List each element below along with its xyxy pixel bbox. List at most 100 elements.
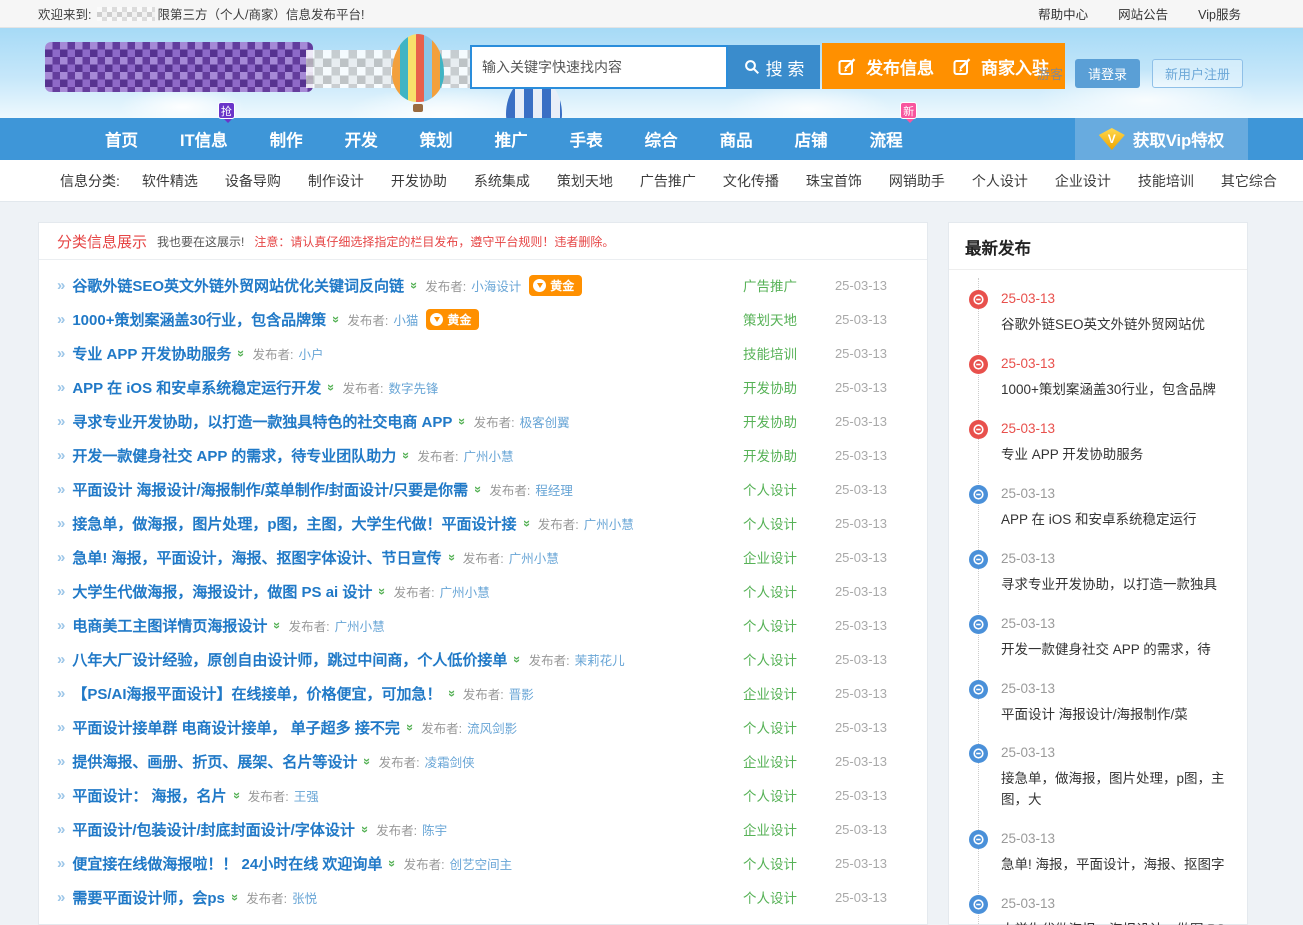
expand-chevron-icon[interactable]: » [399,451,414,458]
nav-item[interactable]: IT信息 抢 [159,127,249,151]
row-category-link[interactable]: 技能培训 [743,343,797,363]
category-link[interactable]: 技能培训 [1138,171,1194,191]
expand-chevron-icon[interactable]: » [234,349,249,356]
publisher-name-link[interactable]: 小海设计 [471,276,521,295]
login-button[interactable]: 请登录 [1075,59,1140,88]
post-title-link[interactable]: 开发一款健身社交 APP 的需求，待 [1001,640,1231,661]
show-here-link[interactable]: 我也要在这展示! [157,233,244,250]
register-button[interactable]: 新用户注册 [1152,59,1243,88]
expand-chevron-icon[interactable]: » [520,519,535,526]
row-title-link[interactable]: 【PS/AI海报平面设计】在线接单，价格便宜，可加急！ [72,683,441,704]
expand-chevron-icon[interactable]: » [407,281,422,288]
row-title-link[interactable]: 寻求专业开发协助，以打造一款独具特色的社交电商 APP [72,411,452,432]
row-title-link[interactable]: 谷歌外链SEO英文外链外贸网站优化关键词反向链 [72,275,404,296]
nav-item[interactable]: 制作 [249,127,324,151]
publisher-name-link[interactable]: 创艺空间主 [450,854,513,873]
publisher-name-link[interactable]: 广州小慧 [509,548,559,567]
row-title-link[interactable]: 便宜接在线做海报啦！！ 24小时在线 欢迎询单 [72,853,382,874]
publisher-name-link[interactable]: 陈宇 [422,820,447,839]
row-title-link[interactable]: 1000+策划案涵盖30行业，包含品牌策 [72,309,326,330]
row-category-link[interactable]: 个人设计 [743,649,797,669]
publisher-name-link[interactable]: 广州小慧 [463,446,513,465]
row-category-link[interactable]: 个人设计 [743,785,797,805]
expand-chevron-icon[interactable]: » [471,485,486,492]
search-button[interactable]: 搜 索 [728,45,820,89]
category-link[interactable]: 个人设计 [972,171,1028,191]
expand-chevron-icon[interactable]: » [403,723,418,730]
expand-chevron-icon[interactable]: » [358,825,373,832]
row-category-link[interactable]: 策划天地 [743,309,797,329]
publisher-name-link[interactable]: 广州小慧 [335,616,385,635]
post-title-link[interactable]: 接急单，做海报，图片处理，p图，主图，大 [1001,769,1231,811]
help-center-link[interactable]: 帮助中心 [1038,4,1088,23]
category-link[interactable]: 制作设计 [308,171,364,191]
publisher-name-link[interactable]: 凌霜剑侠 [425,752,475,771]
row-category-link[interactable]: 个人设计 [743,581,797,601]
row-title-link[interactable]: 接急单，做海报，图片处理，p图，主图，大学生代做！平面设计接 [72,513,516,534]
publisher-name-link[interactable]: 王强 [294,786,319,805]
publisher-name-link[interactable]: 程经理 [535,480,573,499]
post-title-link[interactable]: 急单! 海报，平面设计，海报、抠图字 [1001,855,1231,876]
category-link[interactable]: 文化传播 [723,171,779,191]
row-title-link[interactable]: 大学生代做海报，海报设计，做图 PS ai 设计 [72,581,372,602]
category-link[interactable]: 广告推广 [640,171,696,191]
row-title-link[interactable]: APP 在 iOS 和安卓系统稳定运行开发 [72,377,321,398]
post-title-link[interactable]: 寻求专业开发协助，以打造一款独具 [1001,575,1231,596]
publisher-name-link[interactable]: 广州小慧 [440,582,490,601]
category-link[interactable]: 企业设计 [1055,171,1111,191]
publisher-name-link[interactable]: 张悦 [292,888,317,907]
category-link[interactable]: 设备导购 [225,171,281,191]
expand-chevron-icon[interactable]: » [455,417,470,424]
row-category-link[interactable]: 个人设计 [743,615,797,635]
row-title-link[interactable]: 电商美工主图详情页海报设计 [72,615,267,636]
row-category-link[interactable]: 开发协助 [743,445,797,465]
nav-item[interactable]: 店铺 [774,127,849,151]
row-category-link[interactable]: 个人设计 [743,513,797,533]
row-title-link[interactable]: 八年大厂设计经验，原创自由设计师，跳过中间商，个人低价接单 [72,649,507,670]
publisher-name-link[interactable]: 极客创翼 [520,412,570,431]
vip-service-link[interactable]: Vip服务 [1198,4,1241,23]
category-link[interactable]: 策划天地 [557,171,613,191]
publisher-name-link[interactable]: 晋影 [509,684,534,703]
post-title-link[interactable]: 谷歌外链SEO英文外链外贸网站优 [1001,315,1231,336]
row-title-link[interactable]: 平面设计/包装设计/封底封面设计/字体设计 [72,819,355,840]
row-title-link[interactable]: 专业 APP 开发协助服务 [72,343,231,364]
expand-chevron-icon[interactable]: » [270,621,285,628]
nav-item[interactable]: 综合 [624,127,699,151]
expand-chevron-icon[interactable]: » [385,859,400,866]
row-category-link[interactable]: 企业设计 [743,683,797,703]
expand-chevron-icon[interactable]: » [230,791,245,798]
row-category-link[interactable]: 个人设计 [743,717,797,737]
row-category-link[interactable]: 广告推广 [743,275,797,295]
row-category-link[interactable]: 开发协助 [743,377,797,397]
row-title-link[interactable]: 需要平面设计师，会ps [72,887,225,908]
expand-chevron-icon[interactable]: » [329,315,344,322]
row-category-link[interactable]: 个人设计 [743,853,797,873]
row-category-link[interactable]: 企业设计 [743,819,797,839]
expand-chevron-icon[interactable]: » [510,655,525,662]
row-category-link[interactable]: 开发协助 [743,411,797,431]
category-link[interactable]: 系统集成 [474,171,530,191]
search-input[interactable] [470,45,728,89]
category-link[interactable]: 网销助手 [889,171,945,191]
expand-chevron-icon[interactable]: » [228,893,243,900]
row-title-link[interactable]: 急单! 海报，平面设计，海报、抠图字体设计、节日宣传 [72,547,441,568]
nav-item[interactable]: 流程 新 [849,127,924,151]
expand-chevron-icon[interactable]: » [375,587,390,594]
row-category-link[interactable]: 企业设计 [743,751,797,771]
row-category-link[interactable]: 个人设计 [743,479,797,499]
site-notice-link[interactable]: 网站公告 [1118,4,1168,23]
nav-item[interactable]: 手表 [549,127,624,151]
post-title-link[interactable]: 大学生代做海报，海报设计，做图 PS [1001,920,1231,925]
row-category-link[interactable]: 企业设计 [743,547,797,567]
expand-chevron-icon[interactable]: » [360,757,375,764]
category-link[interactable]: 开发协助 [391,171,447,191]
row-title-link[interactable]: 平面设计接单群 电商设计接单， 单子超多 接不完 [72,717,400,738]
post-title-link[interactable]: 1000+策划案涵盖30行业，包含品牌 [1001,380,1231,401]
row-title-link[interactable]: 提供海报、画册、折页、展架、名片等设计 [72,751,357,772]
publisher-name-link[interactable]: 小猫 [393,310,418,329]
gold-member-badge[interactable]: 黄金 [529,275,582,296]
publish-info-button[interactable]: 发布信息 [822,43,950,89]
gold-member-badge[interactable]: 黄金 [426,309,479,330]
category-link[interactable]: 珠宝首饰 [806,171,862,191]
